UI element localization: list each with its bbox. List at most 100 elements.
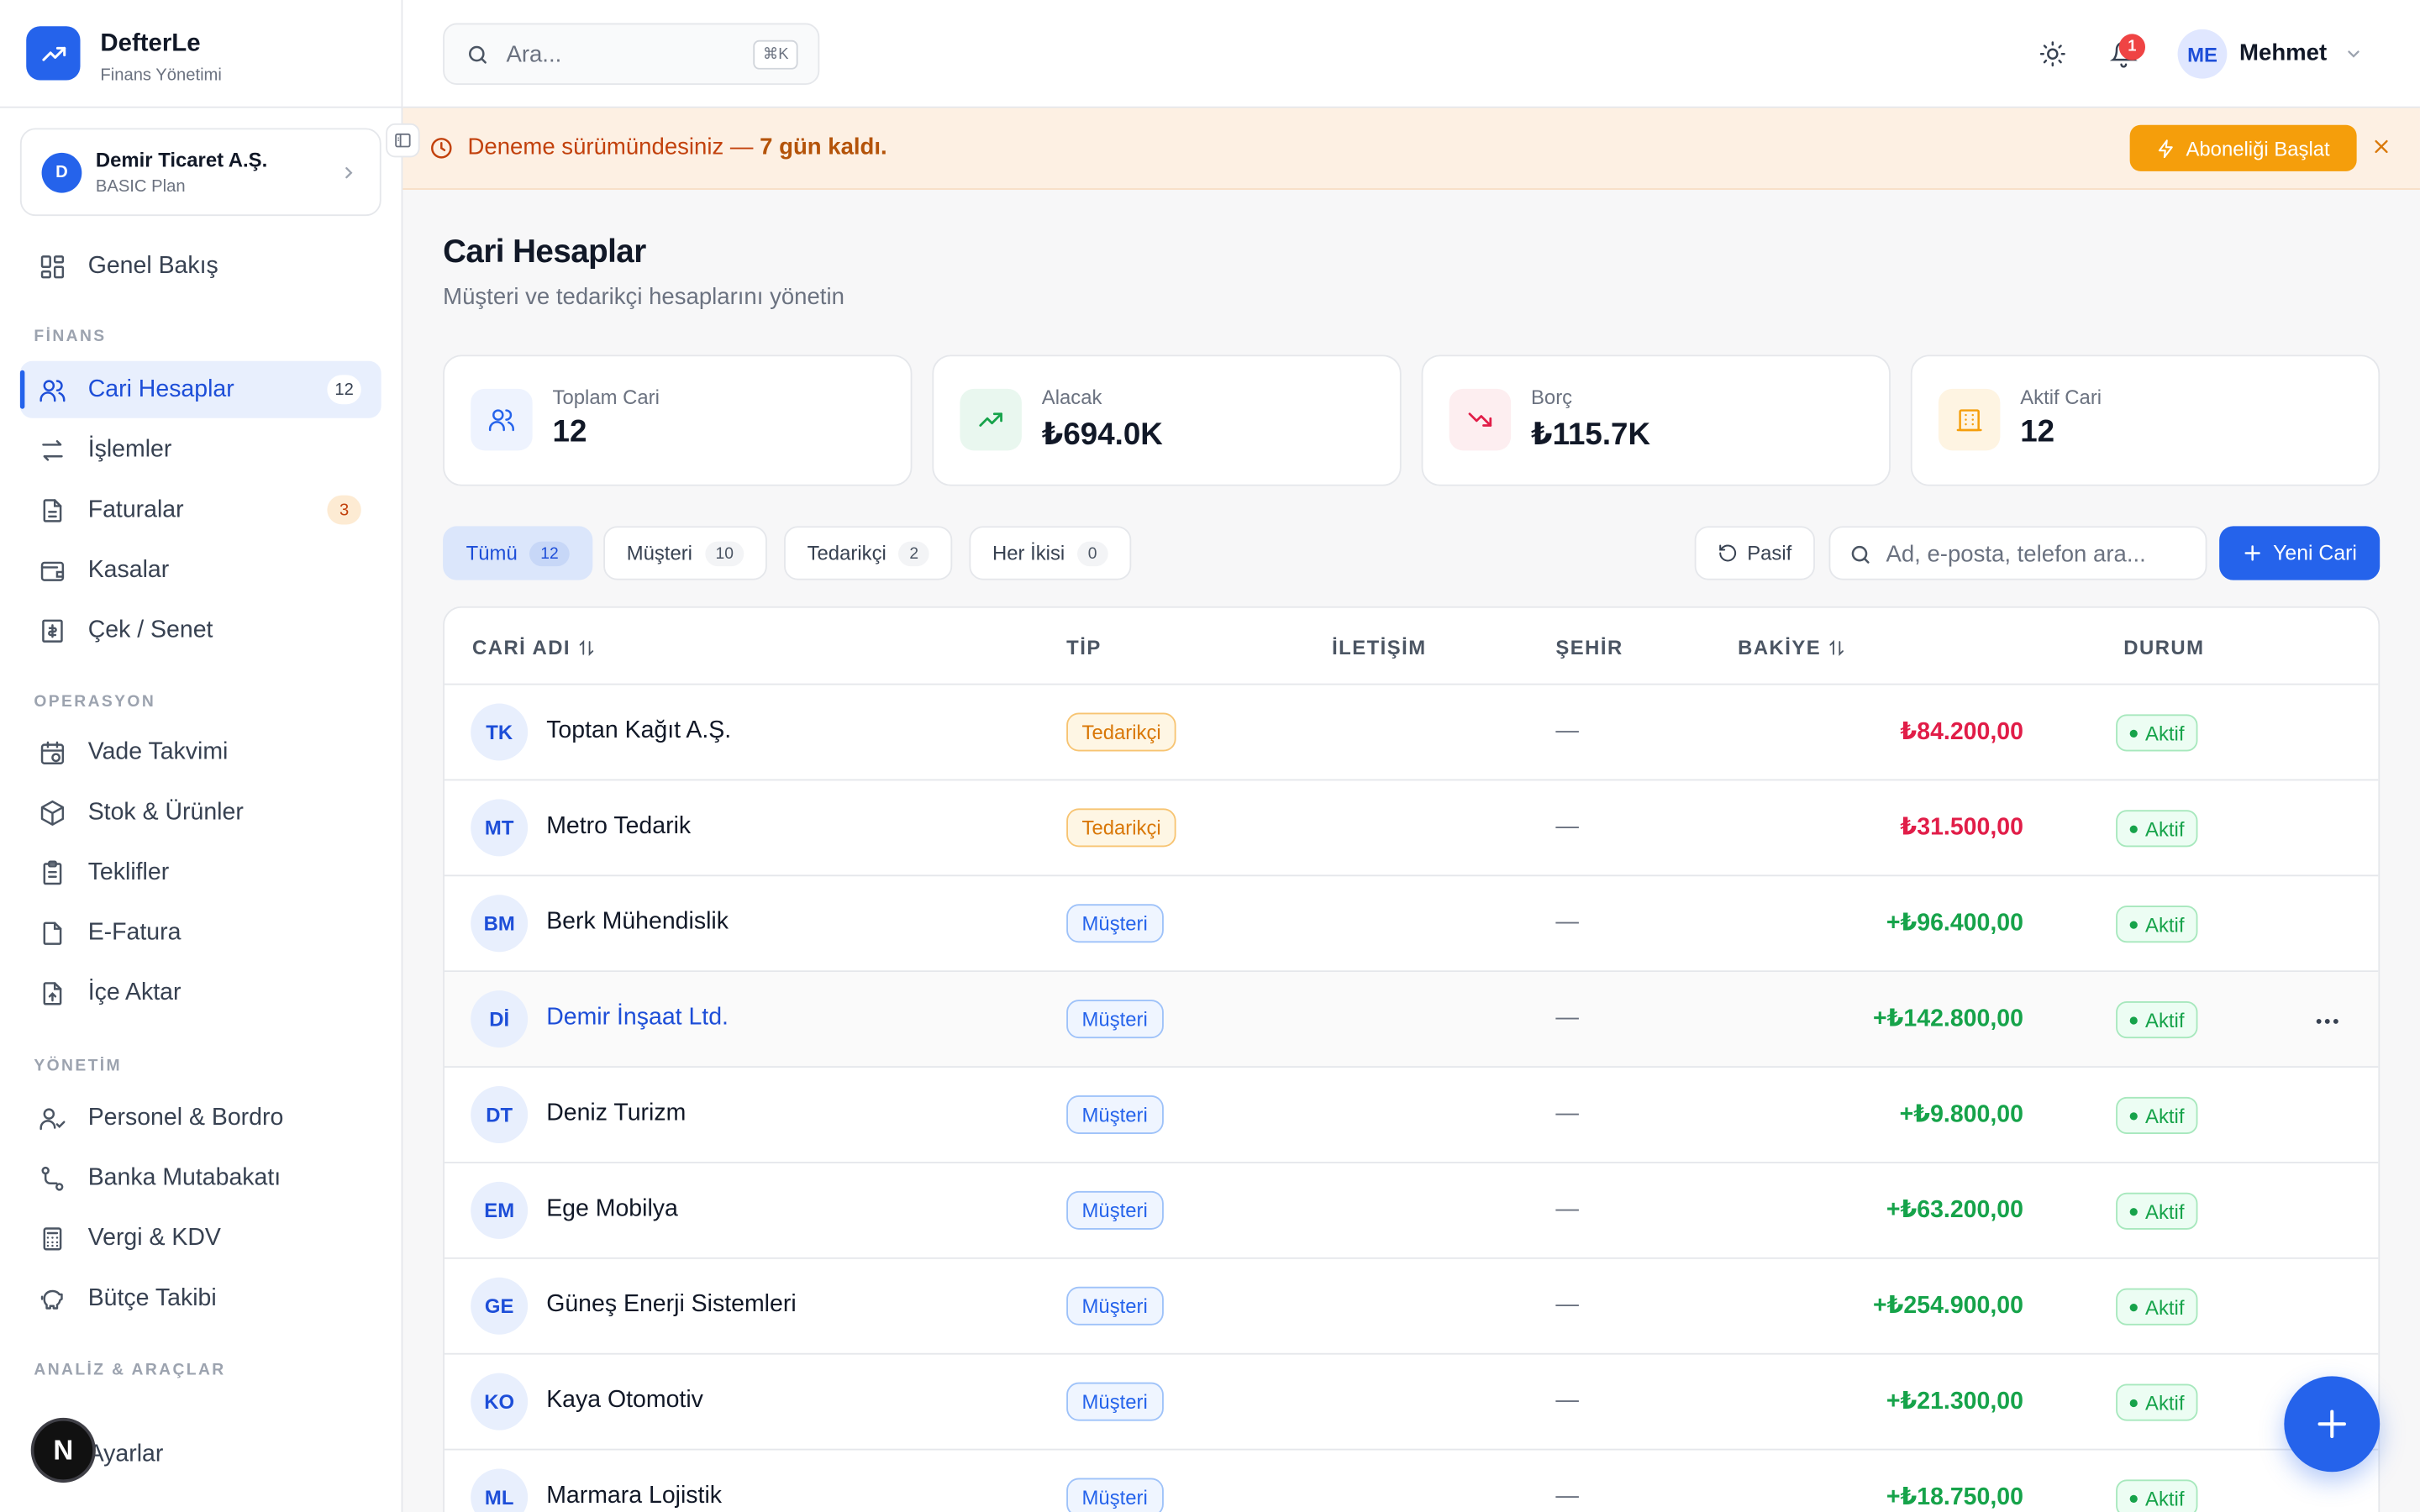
sidebar-item-tax[interactable]: Vergi & KDV [20,1210,381,1267]
chevron-down-icon[interactable] [2344,45,2363,63]
account-name[interactable]: Demir İnşaat Ltd. [546,1005,729,1032]
account-name[interactable]: Deniz Turizm [546,1100,686,1128]
sidebar-item-e-invoice[interactable]: E-Fatura [20,904,381,961]
sidebar-item-transactions[interactable]: İşlemler [20,421,381,478]
balance-cell: +₺21.300,00 [1886,1389,2023,1415]
more-horizontal-icon[interactable] [2315,1016,2339,1026]
table-row[interactable]: TK Toptan Kağıt A.Ş. Tedarikçi — ₺84.200… [444,685,2379,781]
balance-cell: +₺142.800,00 [1872,1005,2023,1032]
start-subscription-button[interactable]: Aboneliği Başlat [2129,124,2357,171]
accounts-table: CARİ ADI TİP İLETİŞİM ŞEHİR BAKİYE DURUM… [443,606,2381,1512]
sidebar-toggle-button[interactable] [386,123,420,158]
stat-label: Aktif Cari [2020,386,2102,409]
sidebar-item-import[interactable]: İçe Aktar [20,964,381,1021]
account-name[interactable]: Güneş Enerji Sistemleri [546,1291,796,1319]
sidebar-item-label: İşlemler [87,435,172,463]
account-search-input[interactable]: Ad, e-posta, telefon ara... [1828,526,2207,580]
balance-cell: +₺9.800,00 [1899,1101,2023,1128]
filter-tab-supplier[interactable]: Tedarikçi 2 [784,526,953,580]
city-cell: — [1555,908,1579,936]
table-row[interactable]: EM Ege Mobilya Müşteri — +₺63.200,00 Akt… [444,1163,2379,1259]
table-row[interactable]: KO Kaya Otomotiv Müşteri — +₺21.300,00 A… [444,1355,2379,1451]
brand-header: DefterLe Finans Yönetimi [0,0,402,108]
table-row[interactable]: Dİ Demir İnşaat Ltd. Müşteri — +₺142.800… [444,972,2379,1068]
type-badge: Tedarikçi [1066,808,1177,848]
avatar: GE [471,1277,529,1335]
brand-subtitle: Finans Yönetimi [100,66,222,86]
avatar: EM [471,1181,529,1239]
sidebar-item-cash[interactable]: Kasalar [20,542,381,599]
company-avatar: D [41,152,82,193]
filter-label: Tümü [466,541,518,565]
filter-label: Tedarikçi [807,541,886,565]
trial-message: Deneme sürümündesiniz — 7 gün kaldı. [468,134,887,160]
column-header-name[interactable]: CARİ ADI [472,636,595,659]
avatar: ML [471,1468,529,1512]
passive-toggle-button[interactable]: Pasif [1694,526,1815,580]
table-row[interactable]: BM Berk Mühendislik Müşteri — +₺96.400,0… [444,876,2379,973]
sidebar-item-label: Cari Hesaplar [87,375,234,402]
status-label: Aktif [2145,1104,2185,1127]
account-name[interactable]: Ege Mobilya [546,1195,678,1223]
user-name[interactable]: Mehmet [2239,40,2327,66]
table-header: CARİ ADI TİP İLETİŞİM ŞEHİR BAKİYE DURUM [444,608,2379,685]
table-row[interactable]: GE Güneş Enerji Sistemleri Müşteri — +₺2… [444,1259,2379,1355]
avatar: TK [471,703,529,761]
sidebar-item-overview[interactable]: Genel Bakış [20,238,381,295]
column-header-contact: İLETİŞİM [1332,635,1427,659]
sidebar-item-label: Vade Takvimi [87,738,229,765]
section-label-management: YÖNETİM [34,1057,122,1076]
column-header-type: TİP [1066,635,1102,659]
filter-tab-customer[interactable]: Müşteri 10 [603,526,768,580]
close-icon[interactable] [2370,136,2392,158]
dev-tools-badge[interactable]: N [30,1417,96,1483]
account-name[interactable]: Kaya Otomotiv [546,1387,703,1415]
sidebar-item-stock[interactable]: Stok & Ürünler [20,784,381,841]
sidebar-item-accounts[interactable]: Cari Hesaplar 12 [19,360,381,418]
count-badge: 12 [327,375,361,405]
filter-tab-all[interactable]: Tümü 12 [443,526,593,580]
filter-count: 0 [1076,540,1108,566]
status-badge: Aktif [2116,810,2199,848]
filter-count: 2 [898,540,929,566]
filter-tab-both[interactable]: Her İkisi 0 [969,526,1131,580]
sidebar-item-cheques[interactable]: Çek / Senet [20,601,381,659]
table-row[interactable]: ML Marmara Lojistik Müşteri — +₺18.750,0… [445,1450,2378,1512]
sidebar-item-label: Personel & Bordro [87,1104,284,1131]
global-search[interactable]: Ara... ⌘K [443,23,820,86]
sidebar-item-bank-reconciliation[interactable]: Banka Mutabakatı [20,1149,381,1206]
account-name[interactable]: Marmara Lojistik [546,1483,722,1510]
brand-name: DefterLe [100,30,201,57]
sidebar-item-invoices[interactable]: Faturalar 3 [20,481,381,538]
file-upload-icon [43,982,62,1005]
sidebar-item-due-calendar[interactable]: Vade Takvimi [20,723,381,780]
table-row[interactable]: DT Deniz Turizm Müşteri — +₺9.800,00 Akt… [444,1068,2379,1163]
calendar-clock-icon [40,741,65,764]
type-badge: Müşteri [1066,1095,1164,1134]
account-name[interactable]: Toptan Kağıt A.Ş. [546,717,731,745]
new-account-button[interactable]: Yeni Cari [2219,526,2381,580]
account-name[interactable]: Metro Tedarik [546,813,691,841]
company-switcher[interactable]: D Demir Ticaret A.Ş. BASIC Plan [19,128,381,217]
filter-count: 10 [704,540,744,566]
floating-add-button[interactable] [2284,1376,2381,1473]
sidebar-toggle-icon [395,133,411,148]
stat-value: ₺694.0K [1041,417,1163,453]
status-label: Aktif [2145,1390,2185,1415]
sidebar-item-label: Bütçe Takibi [87,1284,217,1311]
status-label: Aktif [2145,1008,2185,1032]
trending-up-icon[interactable] [26,26,81,81]
column-header-balance[interactable]: BAKİYE [1738,636,1845,659]
sun-icon[interactable] [2039,40,2066,68]
sidebar-item-budget[interactable]: Bütçe Takibi [20,1270,381,1327]
status-label: Aktif [2145,1294,2185,1319]
clipboard-icon [43,860,62,885]
table-row[interactable]: MT Metro Tedarik Tedarikçi — ₺31.500,00 … [444,780,2379,877]
account-name[interactable]: Berk Mühendislik [546,909,729,937]
type-badge: Müşteri [1066,1382,1164,1421]
status-label: Aktif [2145,1486,2185,1510]
user-avatar[interactable]: ME [2177,29,2228,79]
section-label-operations: OPERASYON [34,692,156,711]
sidebar-item-quotes[interactable]: Teklifler [20,844,381,901]
sidebar-item-payroll[interactable]: Personel & Bordro [20,1089,381,1147]
